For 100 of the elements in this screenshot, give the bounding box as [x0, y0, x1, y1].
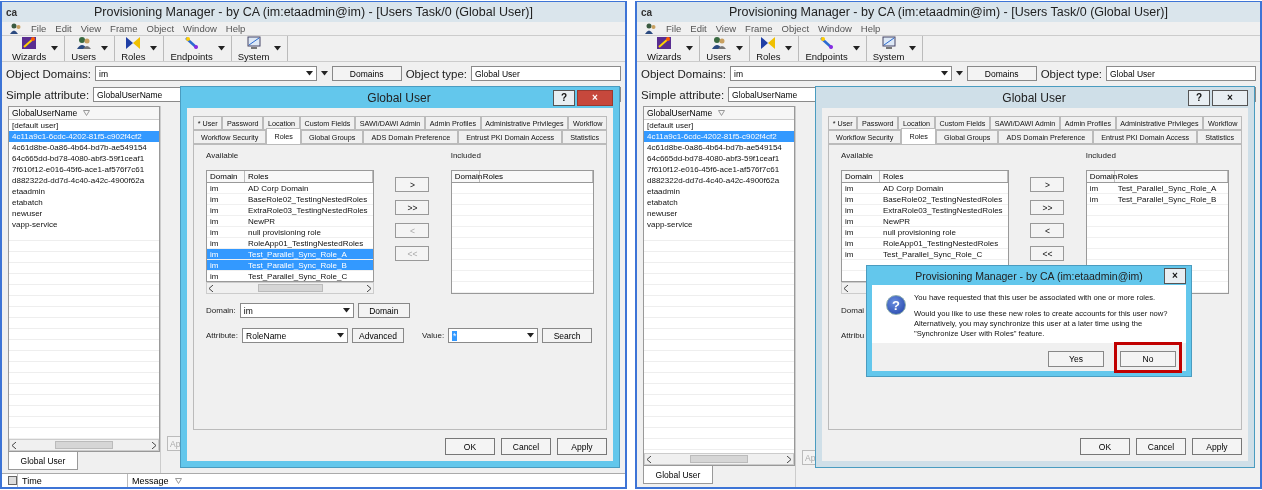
- menu-item[interactable]: View: [80, 23, 102, 34]
- list-item[interactable]: d882322d-dd7d-4c40-a42c-4900f62a: [644, 175, 794, 186]
- horizontal-scrollbar[interactable]: [644, 453, 794, 465]
- menu-item[interactable]: Edit: [55, 23, 72, 34]
- menu-item[interactable]: Window: [818, 23, 852, 34]
- menu-item[interactable]: Object: [146, 23, 175, 34]
- toolbar-button[interactable]: Roles: [754, 35, 783, 62]
- list-item[interactable]: etabatch: [9, 197, 159, 208]
- move-button[interactable]: >>: [395, 200, 430, 215]
- close-button[interactable]: ×: [1164, 267, 1186, 284]
- list-item[interactable]: etaadmin: [9, 186, 159, 197]
- list-item[interactable]: 4c61d8be-0a86-4b64-bd7b-ae549154: [9, 142, 159, 153]
- menu-item[interactable]: File: [666, 23, 682, 34]
- list-item[interactable]: vapp-service: [9, 219, 159, 230]
- field-label: Attribute:: [206, 331, 238, 340]
- toolbar-button[interactable]: Wizards: [10, 35, 49, 62]
- list-item[interactable]: 7f610f12-e016-45f6-ace1-af576f7c61: [644, 164, 794, 175]
- table-row[interactable]: im null provisioning role: [207, 227, 374, 238]
- dialog-button[interactable]: OK: [1080, 438, 1130, 455]
- dialog-button[interactable]: Cancel: [501, 438, 551, 455]
- menu-item[interactable]: Help: [860, 23, 881, 34]
- move-button[interactable]: >>: [1030, 200, 1065, 215]
- toolbar-button[interactable]: Endpoints: [803, 35, 850, 62]
- close-button[interactable]: ×: [577, 89, 613, 106]
- domain-dropdown[interactable]: im: [730, 66, 952, 81]
- field-label: Domai: [841, 306, 865, 315]
- dialog-button[interactable]: No: [1120, 350, 1176, 367]
- field-label: Domain:: [206, 306, 236, 315]
- domain-dropdown[interactable]: im: [95, 66, 317, 81]
- object-type-field[interactable]: Global User: [471, 66, 621, 81]
- list-item[interactable]: [default user]: [644, 120, 794, 131]
- dialog-button[interactable]: Yes: [1048, 350, 1104, 367]
- move-button[interactable]: <: [1030, 223, 1065, 238]
- caret-icon: [527, 333, 535, 338]
- table-row[interactable]: im NewPR: [842, 216, 1009, 227]
- move-button[interactable]: >: [1030, 177, 1065, 192]
- object-type-field[interactable]: Global User: [1106, 66, 1256, 81]
- advanced-button[interactable]: Advanced: [352, 328, 404, 343]
- toolbar-button[interactable]: System: [235, 35, 272, 62]
- monitor-icon: [880, 35, 897, 50]
- field-label: Object type:: [1040, 67, 1102, 80]
- dialog-button[interactable]: Apply: [1192, 438, 1242, 455]
- horizontal-scrollbar[interactable]: [9, 439, 159, 451]
- dialog-button[interactable]: Apply: [557, 438, 607, 455]
- domains-button[interactable]: Domains: [331, 66, 402, 81]
- menu-item[interactable]: Edit: [690, 23, 707, 34]
- table-row[interactable]: im AD Corp Domain: [207, 183, 374, 194]
- list-item[interactable]: [default user]: [9, 120, 159, 131]
- list-item[interactable]: 64c665dd-bd78-4080-abf3-59f1ceaf1: [644, 153, 794, 164]
- domain-button[interactable]: Domain: [357, 303, 410, 318]
- list-item[interactable]: vapp-service: [644, 219, 794, 230]
- list-item[interactable]: newuser: [644, 208, 794, 219]
- caret-icon: [785, 46, 793, 51]
- people-icon: [10, 23, 22, 34]
- help-button[interactable]: ?: [1188, 89, 1210, 106]
- toolbar-button[interactable]: Users: [704, 35, 734, 62]
- toolbar-button[interactable]: Wizards: [645, 35, 684, 62]
- menu-item[interactable]: File: [31, 23, 47, 34]
- attribute-dropdown[interactable]: RoleName: [242, 328, 348, 343]
- question-icon: ?: [886, 295, 906, 315]
- domains-button[interactable]: Domains: [966, 66, 1037, 81]
- toolbar-button[interactable]: System: [870, 35, 907, 62]
- table-row[interactable]: im NewPR: [207, 216, 374, 227]
- menu-item[interactable]: Window: [183, 23, 217, 34]
- search-button[interactable]: Search: [542, 328, 593, 343]
- table-row[interactable]: im Test_Parallel_Sync_Role_C: [842, 249, 1009, 260]
- column-header[interactable]: Message: [132, 475, 169, 486]
- table-row[interactable]: im null provisioning role: [842, 227, 1009, 238]
- caret-icon: [217, 46, 225, 51]
- list-item[interactable]: 4c61d8be-0a86-4b64-bd7b-ae549154: [644, 142, 794, 153]
- dialog-button[interactable]: OK: [445, 438, 495, 455]
- tab[interactable]: Global User: [8, 452, 78, 470]
- tab[interactable]: Global User: [643, 466, 713, 484]
- menu-item[interactable]: Help: [225, 23, 246, 34]
- help-button[interactable]: ?: [553, 89, 575, 106]
- list-item[interactable]: 64c665dd-bd78-4080-abf3-59f1ceaf1: [9, 153, 159, 164]
- close-button[interactable]: ×: [1212, 89, 1248, 106]
- toolbar-button[interactable]: Users: [69, 35, 99, 62]
- toolbar-button[interactable]: Roles: [119, 35, 148, 62]
- menu-item[interactable]: Frame: [745, 23, 773, 34]
- caret-icon: [337, 333, 344, 338]
- domain-dropdown[interactable]: im: [239, 303, 354, 318]
- list-item[interactable]: etaadmin: [644, 186, 794, 197]
- list-item[interactable]: 7f610f12-e016-45f6-ace1-af576f7c61: [9, 164, 159, 175]
- menu-item[interactable]: Frame: [110, 23, 138, 34]
- move-button[interactable]: >: [395, 177, 430, 192]
- section-label: Included: [1085, 151, 1117, 160]
- table-row[interactable]: im AD Corp Domain: [842, 183, 1009, 194]
- toolbar-button[interactable]: Endpoints: [168, 35, 215, 62]
- move-button[interactable]: <<: [1030, 246, 1065, 261]
- list-item[interactable]: etabatch: [644, 197, 794, 208]
- list-item[interactable]: d882322d-dd7d-4c40-a42c-4900f62a: [9, 175, 159, 186]
- menu-item[interactable]: Object: [781, 23, 810, 34]
- menu-item[interactable]: View: [715, 23, 737, 34]
- column-header[interactable]: Time: [17, 474, 127, 487]
- list-item[interactable]: newuser: [9, 208, 159, 219]
- horizontal-scrollbar[interactable]: [206, 282, 375, 294]
- sort-icon: [174, 477, 182, 484]
- column-header: Roles: [880, 171, 1009, 182]
- dialog-button[interactable]: Cancel: [1136, 438, 1186, 455]
